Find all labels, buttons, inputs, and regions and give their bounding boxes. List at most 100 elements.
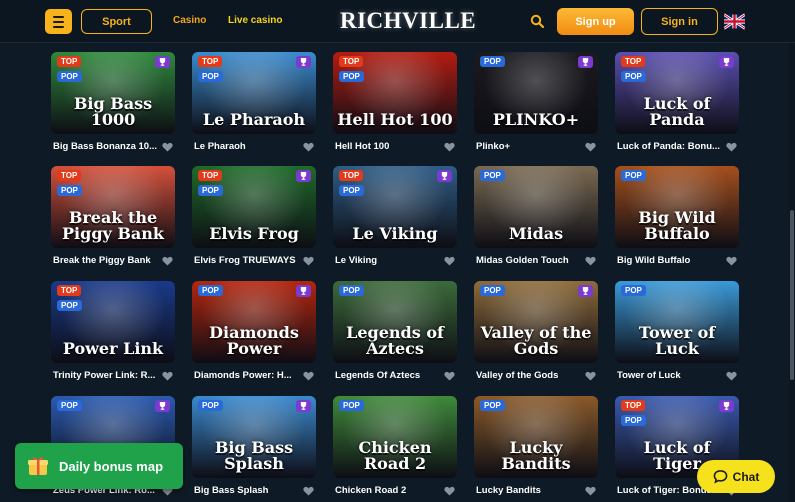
game-card[interactable]: Big Wild Buffalo POP Big Wild Buffalo <box>615 166 739 276</box>
daily-bonus-map-button[interactable]: Daily bonus map <box>15 443 183 489</box>
game-thumbnail[interactable]: Diamonds Power POP <box>192 281 316 363</box>
favorite-heart-icon[interactable] <box>444 256 455 266</box>
game-name[interactable]: Elvis Frog TRUEWAYS <box>194 255 302 266</box>
game-card[interactable]: Le Pharaoh TOP POP Le Pharaoh <box>192 52 316 162</box>
game-card[interactable]: Break the Piggy Bank TOP POP Break the Pigg… <box>51 166 175 276</box>
game-name[interactable]: Diamonds Power: H... <box>194 370 302 381</box>
game-card[interactable]: Chicken Road 2 POP Chicken Road 2 <box>333 396 457 502</box>
signup-button[interactable]: Sign up <box>557 8 634 35</box>
game-name[interactable]: Legends Of Aztecs <box>335 370 443 381</box>
game-art-title: Chicken Road 2 <box>358 438 432 473</box>
game-card[interactable]: Lucky Bandits POP Lucky Bandits <box>474 396 598 502</box>
signin-button[interactable]: Sign in <box>641 8 718 35</box>
game-art-title: Big Bass Splash <box>214 438 294 473</box>
game-thumbnail[interactable]: Chicken Road 2 POP <box>333 396 457 478</box>
game-thumbnail[interactable]: Legends of Aztecs POP <box>333 281 457 363</box>
game-thumbnail[interactable]: Tower of Luck POP <box>615 281 739 363</box>
chat-button[interactable]: Chat <box>697 460 775 493</box>
game-thumbnail[interactable]: Le Viking TOP POP <box>333 166 457 248</box>
sport-button[interactable]: Sport <box>81 9 152 34</box>
game-thumbnail[interactable]: Break the Piggy Bank TOP POP <box>51 166 175 248</box>
game-thumbnail[interactable]: Big Bass 1000 TOP POP <box>51 52 175 134</box>
favorite-heart-icon[interactable] <box>585 256 596 266</box>
favorite-heart-icon[interactable] <box>726 371 737 381</box>
game-art-title: Midas <box>508 224 564 243</box>
trophy-icon <box>155 56 170 68</box>
favorite-heart-icon[interactable] <box>726 142 737 152</box>
scrollbar-thumb[interactable] <box>790 210 794 380</box>
trophy-icon <box>296 400 311 412</box>
game-art-title: Le Viking <box>352 224 438 243</box>
game-thumbnail[interactable]: Elvis Frog TOP POP <box>192 166 316 248</box>
game-thumbnail[interactable]: Luck of Panda TOP POP <box>615 52 739 134</box>
game-card[interactable]: Tower of Luck POP Tower of Luck <box>615 281 739 391</box>
favorite-heart-icon[interactable] <box>303 256 314 266</box>
favorite-heart-icon[interactable] <box>444 486 455 496</box>
favorite-heart-icon[interactable] <box>444 142 455 152</box>
game-card[interactable]: Legends of Aztecs POP Legends Of Aztecs <box>333 281 457 391</box>
game-name[interactable]: Plinko+ <box>476 141 584 152</box>
game-name[interactable]: Big Bass Splash <box>194 485 302 496</box>
top-badge: TOP <box>621 56 646 67</box>
game-card[interactable]: Hell Hot 100 TOP POP Hell Hot 100 <box>333 52 457 162</box>
gift-icon <box>28 457 48 475</box>
menu-button[interactable] <box>45 9 72 34</box>
favorite-heart-icon[interactable] <box>585 486 596 496</box>
game-name[interactable]: Valley of the Gods <box>476 370 584 381</box>
game-card[interactable]: Elvis Frog TOP POP Elvis Frog TRUEWAYS <box>192 166 316 276</box>
game-thumbnail[interactable]: Le Pharaoh TOP POP <box>192 52 316 134</box>
game-thumbnail[interactable]: Big Bass Splash POP <box>192 396 316 478</box>
game-name[interactable]: Le Viking <box>335 255 443 266</box>
game-card[interactable]: PLINKO+ POP Plinko+ <box>474 52 598 162</box>
favorite-heart-icon[interactable] <box>585 371 596 381</box>
game-card[interactable]: Valley of the Gods POP Valley of the Gods <box>474 281 598 391</box>
top-badge: TOP <box>621 400 646 411</box>
favorite-heart-icon[interactable] <box>303 142 314 152</box>
game-name[interactable]: Midas Golden Touch <box>476 255 584 266</box>
game-thumbnail[interactable]: Hell Hot 100 TOP POP <box>333 52 457 134</box>
game-name[interactable]: Le Pharaoh <box>194 141 302 152</box>
game-card[interactable]: Luck of Panda TOP POP Luck of Panda: Bonu..… <box>615 52 739 162</box>
favorite-heart-icon[interactable] <box>726 256 737 266</box>
game-card[interactable]: Power Link TOP POP Trinity Power Link: R... <box>51 281 175 391</box>
favorite-heart-icon[interactable] <box>303 371 314 381</box>
nav-live-casino[interactable]: Live casino <box>228 15 282 26</box>
game-art-title: Big Wild Buffalo <box>638 208 716 243</box>
logo[interactable]: RICHVILLE <box>340 8 476 34</box>
game-name[interactable]: Break the Piggy Bank <box>53 255 161 266</box>
game-card[interactable]: Big Bass 1000 TOP POP Big Bass Bonanza 10..… <box>51 52 175 162</box>
scrollbar[interactable] <box>789 43 795 502</box>
game-card[interactable]: Le Viking TOP POP Le Viking <box>333 166 457 276</box>
game-thumbnail[interactable]: Power Link TOP POP <box>51 281 175 363</box>
game-name[interactable]: Big Wild Buffalo <box>617 255 725 266</box>
favorite-heart-icon[interactable] <box>162 142 173 152</box>
game-name[interactable]: Big Bass Bonanza 10... <box>53 141 161 152</box>
favorite-heart-icon[interactable] <box>162 256 173 266</box>
game-art-title: Le Pharaoh <box>202 110 306 129</box>
favorite-heart-icon[interactable] <box>444 371 455 381</box>
game-thumbnail[interactable]: Midas POP <box>474 166 598 248</box>
game-name[interactable]: Chicken Road 2 <box>335 485 443 496</box>
uk-flag-icon[interactable] <box>724 12 745 31</box>
game-thumbnail[interactable]: Big Wild Buffalo POP <box>615 166 739 248</box>
nav-casino[interactable]: Casino <box>173 15 206 26</box>
game-thumbnail[interactable]: Lucky Bandits POP <box>474 396 598 478</box>
search-icon[interactable] <box>530 14 544 28</box>
game-card[interactable]: Midas POP Midas Golden Touch <box>474 166 598 276</box>
favorite-heart-icon[interactable] <box>585 142 596 152</box>
game-thumbnail[interactable]: PLINKO+ POP <box>474 52 598 134</box>
game-name[interactable]: Lucky Bandits <box>476 485 584 496</box>
game-card[interactable]: Big Bass Splash POP Big Bass Splash <box>192 396 316 502</box>
favorite-heart-icon[interactable] <box>162 371 173 381</box>
game-thumbnail[interactable]: Valley of the Gods POP <box>474 281 598 363</box>
pop-badge: POP <box>198 400 223 411</box>
trophy-icon <box>296 56 311 68</box>
game-card[interactable]: Diamonds Power POP Diamonds Power: H... <box>192 281 316 391</box>
game-art-title: Legends of Aztecs <box>346 323 444 358</box>
game-name[interactable]: Tower of Luck <box>617 370 725 381</box>
game-name[interactable]: Hell Hot 100 <box>335 141 443 152</box>
trophy-icon <box>296 170 311 182</box>
favorite-heart-icon[interactable] <box>303 486 314 496</box>
game-name[interactable]: Luck of Panda: Bonu... <box>617 141 725 152</box>
game-name[interactable]: Trinity Power Link: R... <box>53 370 161 381</box>
